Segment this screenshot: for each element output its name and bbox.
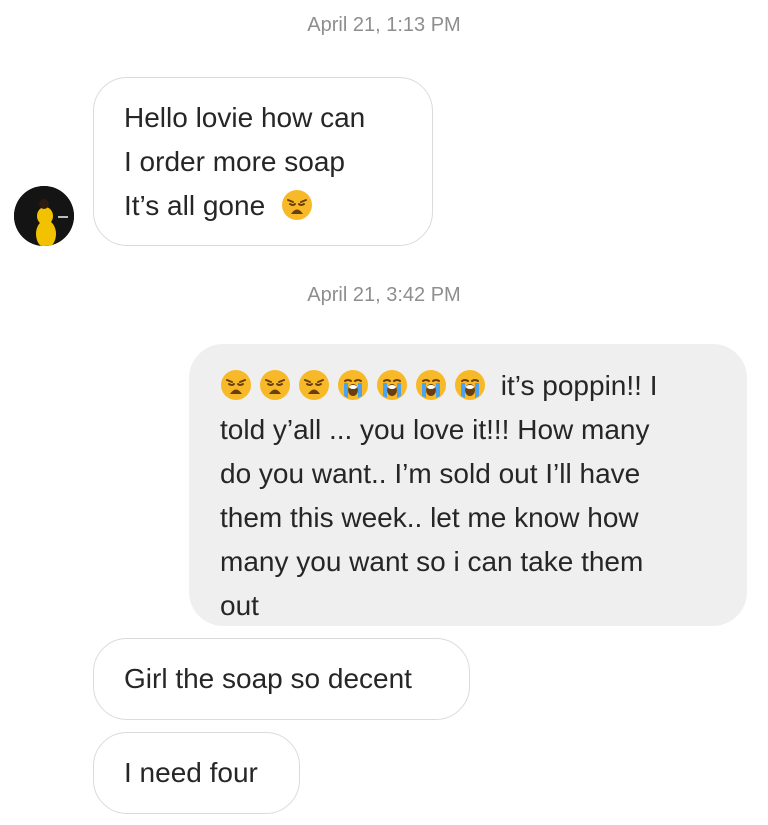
loudly-crying-face-emoji-icon	[454, 369, 486, 401]
weary-face-emoji-icon	[281, 189, 313, 221]
message-text-line: out	[220, 590, 259, 621]
loudly-crying-face-emoji-icon	[337, 369, 369, 401]
message-text-line: I order more soap	[124, 146, 345, 177]
message-bubble-incoming[interactable]: I need four	[93, 732, 300, 814]
timestamp: April 21, 1:13 PM	[307, 14, 461, 36]
weary-face-emoji-icon	[259, 369, 291, 401]
message-text-line: told y’all ... you love it!!! How many	[220, 414, 650, 445]
message-text-line: I need four	[124, 757, 258, 788]
message-text-line: it’s poppin!! I	[500, 370, 658, 401]
message-bubble-incoming[interactable]: Girl the soap so decent	[93, 638, 470, 720]
message-bubble-incoming[interactable]: Hello lovie how can I order more soap It…	[93, 77, 433, 246]
message-bubble-outgoing[interactable]: it’s poppin!! I told y’all ... you love …	[189, 344, 747, 626]
emoji-row	[220, 364, 493, 408]
loudly-crying-face-emoji-icon	[376, 369, 408, 401]
message-text-line: them this week.. let me know how	[220, 502, 639, 533]
contact-avatar[interactable]	[14, 186, 74, 246]
message-text-line: many you want so i can take them	[220, 546, 644, 577]
message-text-line: do you want.. I’m sold out I’ll have	[220, 458, 641, 489]
loudly-crying-face-emoji-icon	[415, 369, 447, 401]
message-text-line: Hello lovie how can	[124, 102, 366, 133]
message-text-line: It’s all gone	[124, 190, 266, 221]
weary-face-emoji-icon	[298, 369, 330, 401]
weary-face-emoji-icon	[220, 369, 252, 401]
message-text-line: Girl the soap so decent	[124, 663, 412, 694]
timestamp: April 21, 3:42 PM	[307, 284, 461, 306]
